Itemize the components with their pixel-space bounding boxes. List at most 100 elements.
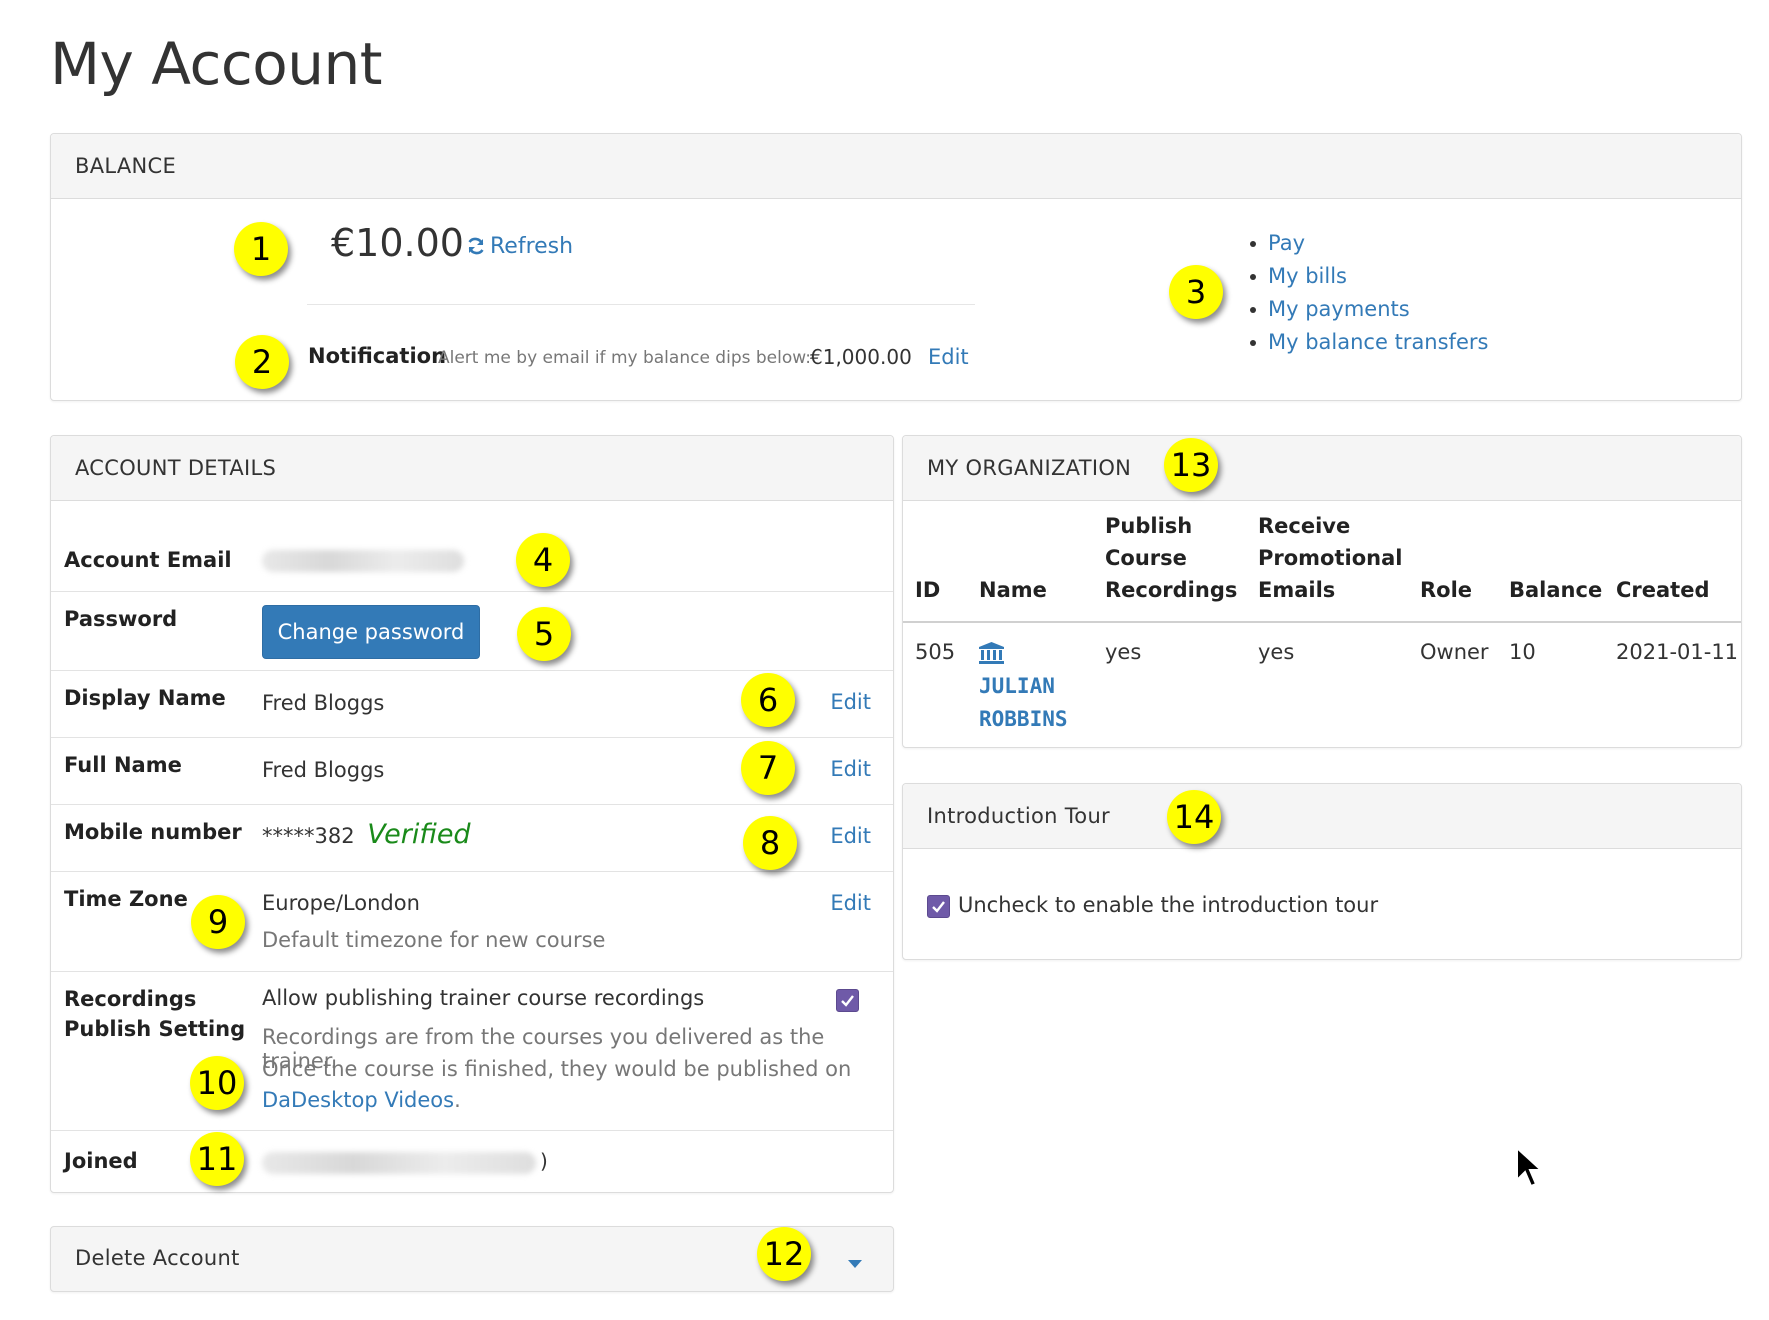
refresh-button[interactable]: Refresh	[466, 234, 573, 262]
refresh-icon	[466, 236, 486, 262]
joined-label: Joined	[64, 1149, 138, 1173]
org-created-cell: 2021-01-11	[1616, 640, 1739, 664]
org-role-cell: Owner	[1420, 640, 1489, 664]
recordings-help-line2: Once the course is finished, they would …	[262, 1057, 852, 1081]
recordings-help-line3: DaDesktop Videos.	[262, 1088, 461, 1112]
change-password-button[interactable]: Change password	[262, 605, 480, 659]
full-name-value: Fred Bloggs	[262, 758, 385, 782]
org-name-link-line2[interactable]: ROBBINS	[979, 703, 1068, 736]
account-details-header: ACCOUNT DETAILS	[51, 436, 893, 501]
mobile-number-value: *****382 Verified	[262, 819, 471, 850]
column-header-promo-line1: Receive	[1258, 514, 1351, 538]
account-details-title: ACCOUNT DETAILS	[75, 456, 277, 480]
joined-value-suffix: )	[540, 1149, 548, 1173]
page-title: My Account	[50, 30, 382, 98]
callout-badge-8: 8	[743, 816, 797, 870]
my-bills-link[interactable]: My bills	[1248, 260, 1488, 293]
balance-panel-title: BALANCE	[75, 154, 177, 178]
row-divider	[51, 591, 893, 592]
full-name-label: Full Name	[64, 753, 182, 777]
recordings-option-label: Allow publishing trainer course recordin…	[262, 986, 705, 1010]
account-email-value-redacted	[262, 550, 464, 572]
check-icon	[932, 901, 945, 913]
balance-divider	[307, 304, 975, 305]
org-promo-cell: yes	[1258, 640, 1295, 664]
my-organization-panel: MY ORGANIZATION ID Name Publish Course R…	[902, 435, 1742, 748]
my-organization-title: MY ORGANIZATION	[927, 456, 1132, 480]
balance-links: Pay My bills My payments My balance tran…	[1248, 227, 1488, 359]
column-header-promo-line3: Emails	[1258, 578, 1336, 602]
time-zone-edit-link[interactable]: Edit	[830, 891, 871, 915]
notification-text: Alert me by email if my balance dips bel…	[438, 348, 811, 368]
recordings-publish-checkbox[interactable]	[836, 989, 859, 1012]
refresh-label: Refresh	[490, 234, 574, 259]
time-zone-label: Time Zone	[64, 887, 188, 911]
mobile-number-edit-link[interactable]: Edit	[830, 824, 871, 848]
table-header-divider	[903, 621, 1741, 623]
callout-badge-5: 5	[517, 607, 571, 661]
callout-badge-1: 1	[234, 222, 288, 276]
callout-badge-12: 12	[757, 1227, 811, 1281]
row-divider	[51, 1130, 893, 1131]
balance-panel-header: BALANCE	[51, 134, 1741, 199]
delete-account-title: Delete Account	[75, 1246, 240, 1270]
display-name-value: Fred Bloggs	[262, 691, 385, 715]
display-name-label: Display Name	[64, 686, 226, 710]
account-email-label: Account Email	[64, 548, 232, 572]
my-payments-link[interactable]: My payments	[1248, 293, 1488, 326]
time-zone-help: Default timezone for new course	[262, 928, 606, 952]
row-divider	[51, 871, 893, 872]
org-name-link-line1[interactable]: JULIAN	[979, 670, 1055, 703]
recordings-help-period: .	[454, 1088, 461, 1112]
my-balance-transfers-link[interactable]: My balance transfers	[1248, 326, 1488, 359]
callout-badge-4: 4	[516, 533, 570, 587]
org-id-cell: 505	[915, 640, 956, 664]
mobile-number-masked: *****382	[262, 824, 355, 848]
recordings-publish-label-line1: Recordings	[64, 987, 197, 1011]
notification-label: Notification	[308, 344, 447, 368]
column-header-publish-line1: Publish	[1105, 514, 1193, 538]
notification-amount: €1,000.00	[810, 345, 912, 369]
display-name-edit-link[interactable]: Edit	[830, 690, 871, 714]
account-details-panel: ACCOUNT DETAILS Account Email Password C…	[50, 435, 894, 1193]
column-header-promo-line2: Promotional	[1258, 546, 1403, 570]
callout-badge-3: 3	[1169, 265, 1223, 319]
notification-edit-link[interactable]: Edit	[928, 345, 969, 369]
check-icon	[841, 995, 854, 1007]
introduction-tour-header: Introduction Tour	[903, 784, 1741, 849]
introduction-tour-checkbox-label[interactable]: Uncheck to enable the introduction tour	[958, 893, 1378, 917]
mouse-cursor-icon	[1515, 1145, 1544, 1192]
row-divider	[51, 804, 893, 805]
callout-badge-7: 7	[741, 741, 795, 795]
column-header-role: Role	[1420, 578, 1473, 602]
full-name-edit-link[interactable]: Edit	[830, 757, 871, 781]
time-zone-value: Europe/London	[262, 891, 420, 915]
caret-down-icon[interactable]	[848, 1254, 862, 1273]
mobile-number-label: Mobile number	[64, 820, 242, 844]
callout-badge-13: 13	[1164, 438, 1218, 492]
recordings-publish-label-line2: Publish Setting	[64, 1017, 246, 1041]
callout-badge-6: 6	[741, 673, 795, 727]
my-organization-header: MY ORGANIZATION	[903, 436, 1741, 501]
column-header-id: ID	[915, 578, 941, 602]
dadesktop-videos-link[interactable]: DaDesktop Videos	[262, 1088, 454, 1112]
pay-link[interactable]: Pay	[1248, 227, 1488, 260]
column-header-publish-line2: Course	[1105, 546, 1187, 570]
callout-badge-9: 9	[191, 895, 245, 949]
row-divider	[51, 737, 893, 738]
column-header-created: Created	[1616, 578, 1710, 602]
mobile-verified-status: Verified	[367, 819, 471, 850]
callout-badge-2: 2	[235, 335, 289, 389]
row-divider	[51, 670, 893, 671]
balance-amount: €10.00	[331, 221, 464, 265]
org-publish-cell: yes	[1105, 640, 1142, 664]
column-header-publish-line3: Recordings	[1105, 578, 1238, 602]
row-divider	[51, 971, 893, 972]
introduction-tour-panel: Introduction Tour Uncheck to enable the …	[902, 783, 1742, 960]
callout-badge-10: 10	[190, 1056, 244, 1110]
introduction-tour-checkbox[interactable]	[927, 895, 950, 918]
institution-icon	[979, 642, 1004, 668]
joined-value-redacted	[262, 1152, 536, 1174]
password-label: Password	[64, 607, 178, 631]
callout-badge-11: 11	[190, 1132, 244, 1186]
